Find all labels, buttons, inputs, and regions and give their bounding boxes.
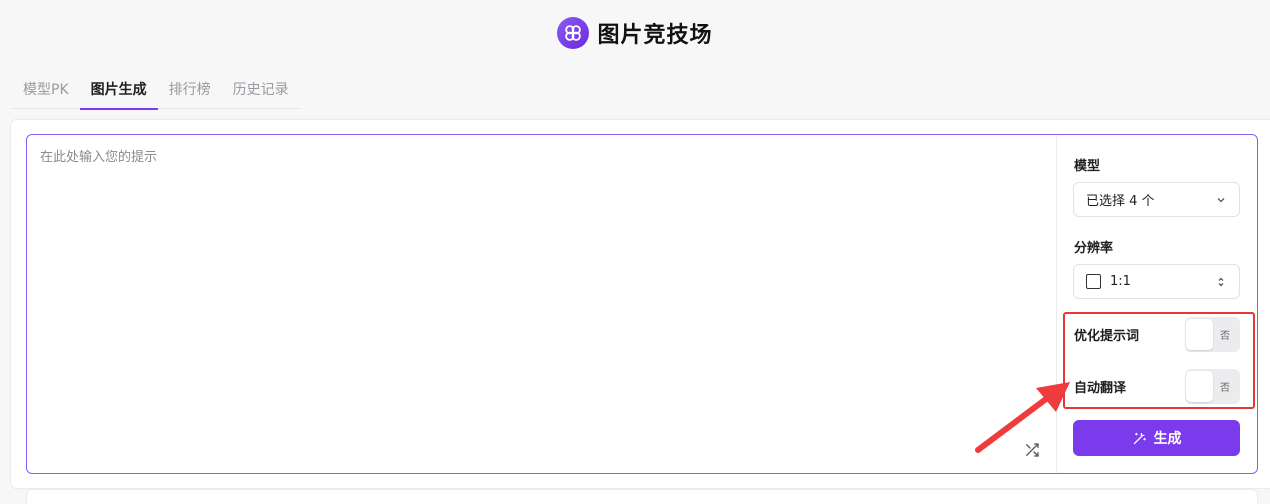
square-ratio-icon bbox=[1086, 274, 1101, 289]
optimize-prompt-row: 优化提示词 否 bbox=[1074, 316, 1240, 352]
app-header: 图片竞技场 bbox=[0, 0, 1270, 66]
tab-model-pk[interactable]: 模型PK bbox=[12, 74, 80, 109]
tab-image-generation[interactable]: 图片生成 bbox=[79, 74, 158, 110]
model-select[interactable]: 已选择 4 个 bbox=[1073, 182, 1240, 217]
flower-logo-icon bbox=[557, 17, 590, 49]
chevron-up-down-icon bbox=[1215, 276, 1227, 288]
resolution-label: 分辨率 bbox=[1074, 241, 1114, 256]
auto-translate-toggle[interactable]: 否 bbox=[1185, 368, 1240, 404]
auto-translate-label: 自动翻译 bbox=[1074, 380, 1127, 396]
tab-bar: 模型PK 图片生成 排行榜 历史记录 bbox=[12, 74, 300, 110]
toggle-knob bbox=[1186, 318, 1213, 350]
optimize-prompt-label: 优化提示词 bbox=[1074, 328, 1140, 344]
prompt-input[interactable] bbox=[27, 135, 1057, 473]
toggle-state-text: 否 bbox=[1220, 330, 1230, 342]
results-card bbox=[26, 489, 1258, 504]
tab-leaderboard[interactable]: 排行榜 bbox=[158, 74, 222, 109]
toggle-state-text: 否 bbox=[1220, 382, 1230, 394]
model-select-value: 已选择 4 个 bbox=[1086, 194, 1155, 209]
shuffle-icon[interactable] bbox=[1022, 440, 1042, 460]
model-label: 模型 bbox=[1074, 159, 1101, 174]
optimize-prompt-toggle[interactable]: 否 bbox=[1185, 316, 1240, 352]
resolution-select[interactable]: 1:1 bbox=[1073, 264, 1240, 299]
generate-button[interactable]: 生成 bbox=[1073, 420, 1240, 456]
app-title: 图片竞技场 bbox=[597, 23, 713, 48]
chevron-down-icon bbox=[1215, 194, 1227, 206]
prompt-editor: 模型 已选择 4 个 分辨率 1:1 优化提示词 否 自动翻译 bbox=[26, 134, 1258, 474]
generate-button-label: 生成 bbox=[1153, 431, 1182, 447]
settings-sidebar: 模型 已选择 4 个 分辨率 1:1 优化提示词 否 自动翻译 否 生成 bbox=[1056, 135, 1257, 473]
toggle-knob bbox=[1186, 370, 1213, 402]
auto-translate-row: 自动翻译 否 bbox=[1074, 368, 1240, 404]
resolution-select-value: 1:1 bbox=[1110, 274, 1131, 289]
tab-history[interactable]: 历史记录 bbox=[222, 74, 300, 109]
magic-wand-icon bbox=[1132, 431, 1147, 446]
